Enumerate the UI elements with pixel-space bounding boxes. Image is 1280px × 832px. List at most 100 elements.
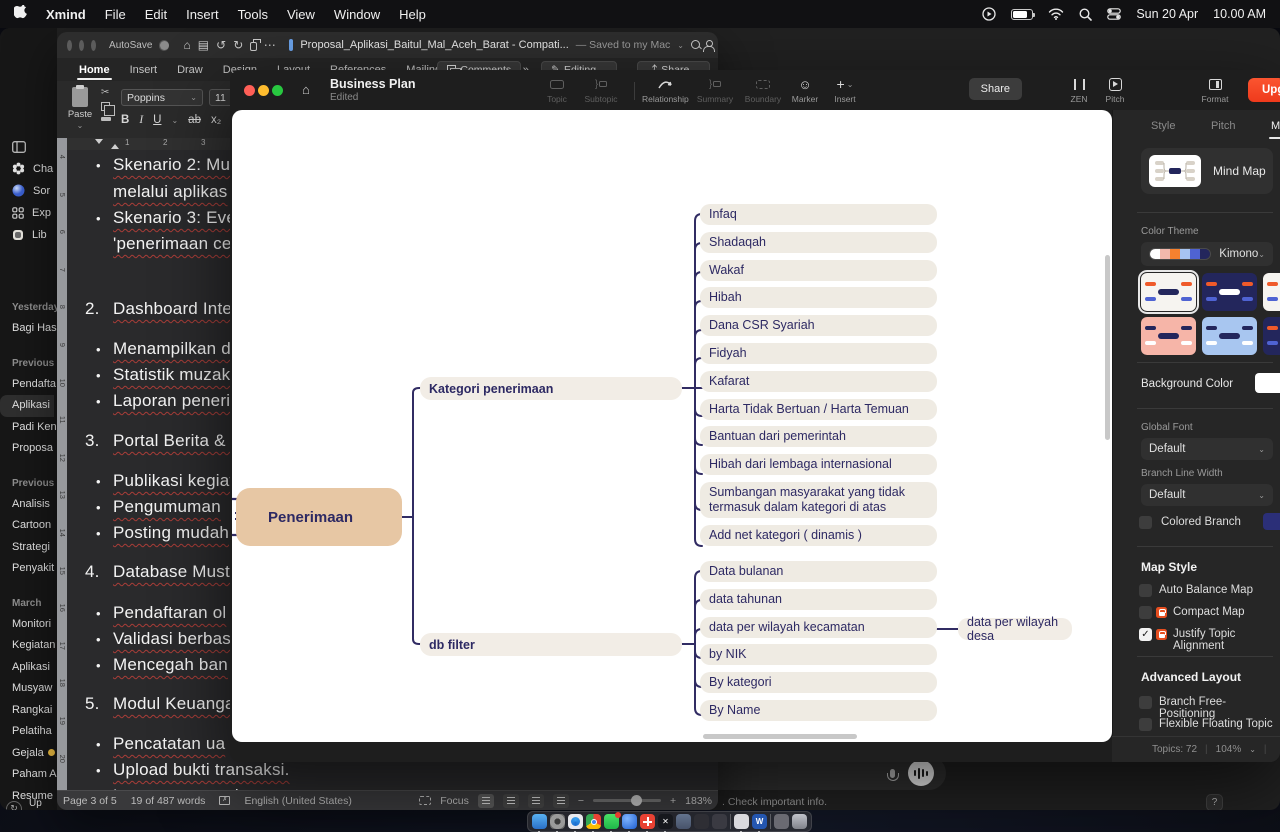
- word-count[interactable]: 19 of 487 words: [131, 795, 206, 807]
- structure-card[interactable]: Mind Map: [1141, 148, 1273, 194]
- subtopic-node[interactable]: By kategori: [700, 672, 937, 693]
- now-playing-icon[interactable]: [982, 7, 996, 21]
- tab-map[interactable]: Map: [1271, 120, 1280, 132]
- subtopic-node[interactable]: Hibah: [700, 287, 937, 308]
- theme-kimono-blue[interactable]: [1202, 317, 1257, 355]
- menu-window[interactable]: Window: [334, 7, 380, 22]
- chat-history-item[interactable]: Rangkai: [0, 700, 57, 722]
- colored-branch-checkbox[interactable]: [1139, 516, 1152, 529]
- color-theme-select[interactable]: Kimono ⌄: [1141, 242, 1273, 266]
- print-layout-view-button[interactable]: [478, 794, 494, 808]
- branch-free-positioning-checkbox[interactable]: [1139, 696, 1152, 709]
- zoom-slider-thumb[interactable]: [631, 795, 642, 806]
- close-button[interactable]: [244, 85, 255, 96]
- sidebar-item-explore-gpts[interactable]: Exp: [0, 202, 57, 223]
- copy-button[interactable]: [101, 102, 110, 111]
- language-indicator[interactable]: English (United States): [244, 795, 351, 807]
- chat-history-item[interactable]: Monitori: [0, 614, 57, 636]
- subtopic-node[interactable]: Sumbangan masyarakat yang tidak termasuk…: [700, 482, 937, 518]
- central-topic[interactable]: Penerimaan: [236, 488, 402, 546]
- dock-app-blue[interactable]: [622, 814, 637, 829]
- menu-app-name[interactable]: Xmind: [46, 7, 86, 22]
- proofing-status-icon[interactable]: ✗: [219, 796, 230, 805]
- chat-history-item[interactable]: Musyaw: [0, 678, 57, 700]
- format-painter-button[interactable]: [101, 117, 111, 121]
- justify-alignment-checkbox[interactable]: ✓: [1139, 628, 1152, 641]
- first-line-indent-marker[interactable]: [95, 139, 103, 144]
- zoom-button[interactable]: [91, 40, 96, 51]
- chat-history-item[interactable]: Bagi Has: [0, 318, 57, 340]
- chat-history-item[interactable]: Previous: [0, 474, 57, 494]
- chat-history-item[interactable]: Paham A: [0, 764, 57, 786]
- insert-button[interactable]: +⌄ Insert: [822, 76, 868, 104]
- chat-history-item[interactable]: Aplikasi: [0, 657, 57, 679]
- chat-history-item[interactable]: Aplikasi: [0, 395, 54, 417]
- pitch-button[interactable]: Pitch: [1092, 76, 1138, 104]
- chat-history-item[interactable]: March: [0, 594, 57, 614]
- subtopic-node[interactable]: Kafarat: [700, 371, 937, 392]
- dock-minimized-window[interactable]: [774, 814, 789, 829]
- chat-history-item[interactable]: Cartoon: [0, 515, 57, 537]
- sidebar-toggle-button[interactable]: [0, 136, 57, 157]
- canvas-vertical-scrollbar[interactable]: [1105, 255, 1110, 440]
- subtopic-node[interactable]: Hibah dari lembaga internasional: [700, 454, 937, 475]
- apple-menu[interactable]: [14, 5, 27, 23]
- chat-history-item[interactable]: Gejala: [0, 743, 57, 765]
- mindmap-canvas[interactable]: Penerimaan Kategori penerimaan db filter…: [232, 110, 1112, 742]
- subtopic-node[interactable]: Dana CSR Syariah: [700, 315, 937, 336]
- draft-view-button[interactable]: [553, 794, 569, 808]
- chat-history-item[interactable]: Pelatiha: [0, 721, 57, 743]
- theme-kimono-light[interactable]: [1141, 273, 1196, 311]
- global-font-select[interactable]: Default⌄: [1141, 438, 1273, 460]
- subtopic-node[interactable]: data per wilayah kecamatan: [700, 617, 937, 638]
- zoom-slider[interactable]: [593, 799, 661, 802]
- chat-history-item[interactable]: Kegiatan: [0, 635, 57, 657]
- subtopic-node[interactable]: Shadaqah: [700, 232, 937, 253]
- chat-history-item[interactable]: Padi Ken: [0, 417, 57, 439]
- paste-button[interactable]: Paste ⌄: [65, 87, 95, 131]
- italic-button[interactable]: I: [139, 114, 143, 126]
- outline-view-button[interactable]: [528, 794, 544, 808]
- home-icon[interactable]: ⌂: [302, 82, 310, 97]
- close-button[interactable]: [67, 40, 72, 51]
- canvas-horizontal-scrollbar[interactable]: [703, 734, 857, 739]
- dock-trash[interactable]: [792, 814, 807, 829]
- minimize-button[interactable]: [258, 85, 269, 96]
- menu-help[interactable]: Help: [399, 7, 426, 22]
- subtopic-node[interactable]: Wakaf: [700, 260, 937, 281]
- chat-history-item[interactable]: Analisis: [0, 494, 57, 516]
- dock-divider-2[interactable]: [770, 814, 771, 829]
- cut-button[interactable]: ✂: [101, 87, 111, 98]
- subtopic-node-desa[interactable]: data per wilayah desa: [958, 618, 1072, 640]
- subtopic-node[interactable]: Infaq: [700, 204, 937, 225]
- help-button[interactable]: ?: [1206, 794, 1223, 810]
- dock-folder[interactable]: [676, 814, 691, 829]
- minimize-button[interactable]: [79, 40, 84, 51]
- font-name-select[interactable]: Poppins⌄: [121, 89, 203, 106]
- subtopic-node[interactable]: Data bulanan: [700, 561, 937, 582]
- control-center-icon[interactable]: [1107, 8, 1121, 20]
- theme-kimono-navy[interactable]: [1202, 273, 1257, 311]
- wifi-icon[interactable]: [1048, 8, 1064, 20]
- ribbon-tab[interactable]: Insert: [120, 58, 168, 81]
- main-topic-kategori[interactable]: Kategori penerimaan: [420, 377, 682, 400]
- dock-word[interactable]: W: [752, 814, 767, 829]
- page-indicator[interactable]: Page 3 of 5: [63, 795, 117, 807]
- word-titlebar[interactable]: AutoSave ⌂ ▤ ↺ ↻ ⋯ Proposal_Aplikasi_Bai…: [57, 32, 718, 58]
- dock-app-dark-2[interactable]: [712, 814, 727, 829]
- background-color-swatch[interactable]: [1255, 373, 1280, 393]
- chevron-down-icon[interactable]: ⌄: [677, 41, 684, 50]
- main-topic-db-filter[interactable]: db filter: [420, 633, 682, 656]
- menu-view[interactable]: View: [287, 7, 315, 22]
- chat-history-item[interactable]: Strategi: [0, 537, 57, 559]
- dock-safari[interactable]: [568, 814, 583, 829]
- undo-icon[interactable]: ↺: [216, 39, 226, 51]
- voice-mode-button[interactable]: [908, 760, 934, 786]
- chat-history-item[interactable]: Proposa: [0, 438, 57, 460]
- hanging-indent-marker[interactable]: [111, 144, 119, 149]
- autosave-toggle[interactable]: [159, 40, 168, 51]
- branch-line-width-select[interactable]: Default⌄: [1141, 484, 1273, 506]
- share-user-icon[interactable]: [703, 40, 708, 51]
- theme-kimono-light-2[interactable]: [1263, 273, 1280, 311]
- relationship-button[interactable]: Relationship: [642, 76, 688, 104]
